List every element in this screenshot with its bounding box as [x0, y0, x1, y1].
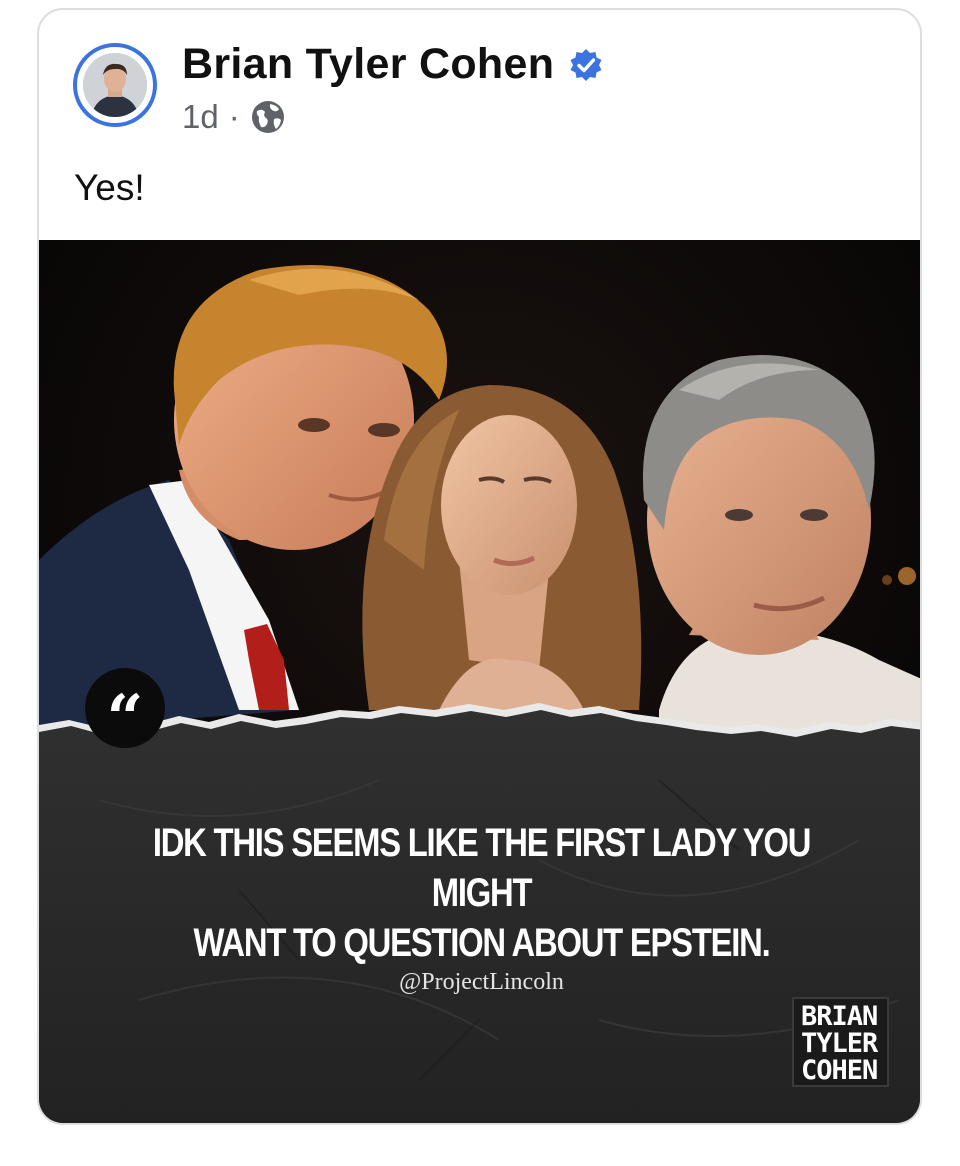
- post-meta: 1d ·: [182, 98, 286, 136]
- brand-line-2: TYLER: [801, 1028, 878, 1059]
- quote-line-2: WANT TO QUESTION ABOUT EPSTEIN.: [193, 921, 771, 965]
- source-handle: @ProjectLincoln: [399, 969, 564, 995]
- brand-watermark: BRIAN TYLER COHEN: [792, 997, 889, 1087]
- post-text: Yes!: [74, 167, 145, 208]
- author-name-text[interactable]: Brian Tyler Cohen: [182, 40, 554, 89]
- post-image[interactable]: “ IDK THIS SEEMS LIKE THE FIRST LADY YOU…: [39, 240, 920, 1123]
- globe-icon[interactable]: [250, 99, 286, 135]
- quote-mark-icon: “: [85, 668, 165, 751]
- author-name[interactable]: Brian Tyler Cohen: [182, 40, 604, 89]
- quote-text: IDK THIS SEEMS LIKE THE FIRST LADY YOU M…: [119, 818, 845, 968]
- brand-line-1: BRIAN: [801, 1001, 878, 1032]
- quote-line-1: IDK THIS SEEMS LIKE THE FIRST LADY YOU M…: [152, 821, 812, 915]
- meta-separator: ·: [228, 98, 240, 135]
- brand-line-3: COHEN: [801, 1055, 878, 1086]
- post-timestamp[interactable]: 1d: [182, 98, 219, 136]
- avatar-photo: [83, 53, 147, 117]
- author-avatar[interactable]: [73, 43, 157, 127]
- post-card: Brian Tyler Cohen 1d · Yes! “ IDK THIS S…: [37, 8, 922, 1125]
- verified-badge-icon: [570, 48, 602, 81]
